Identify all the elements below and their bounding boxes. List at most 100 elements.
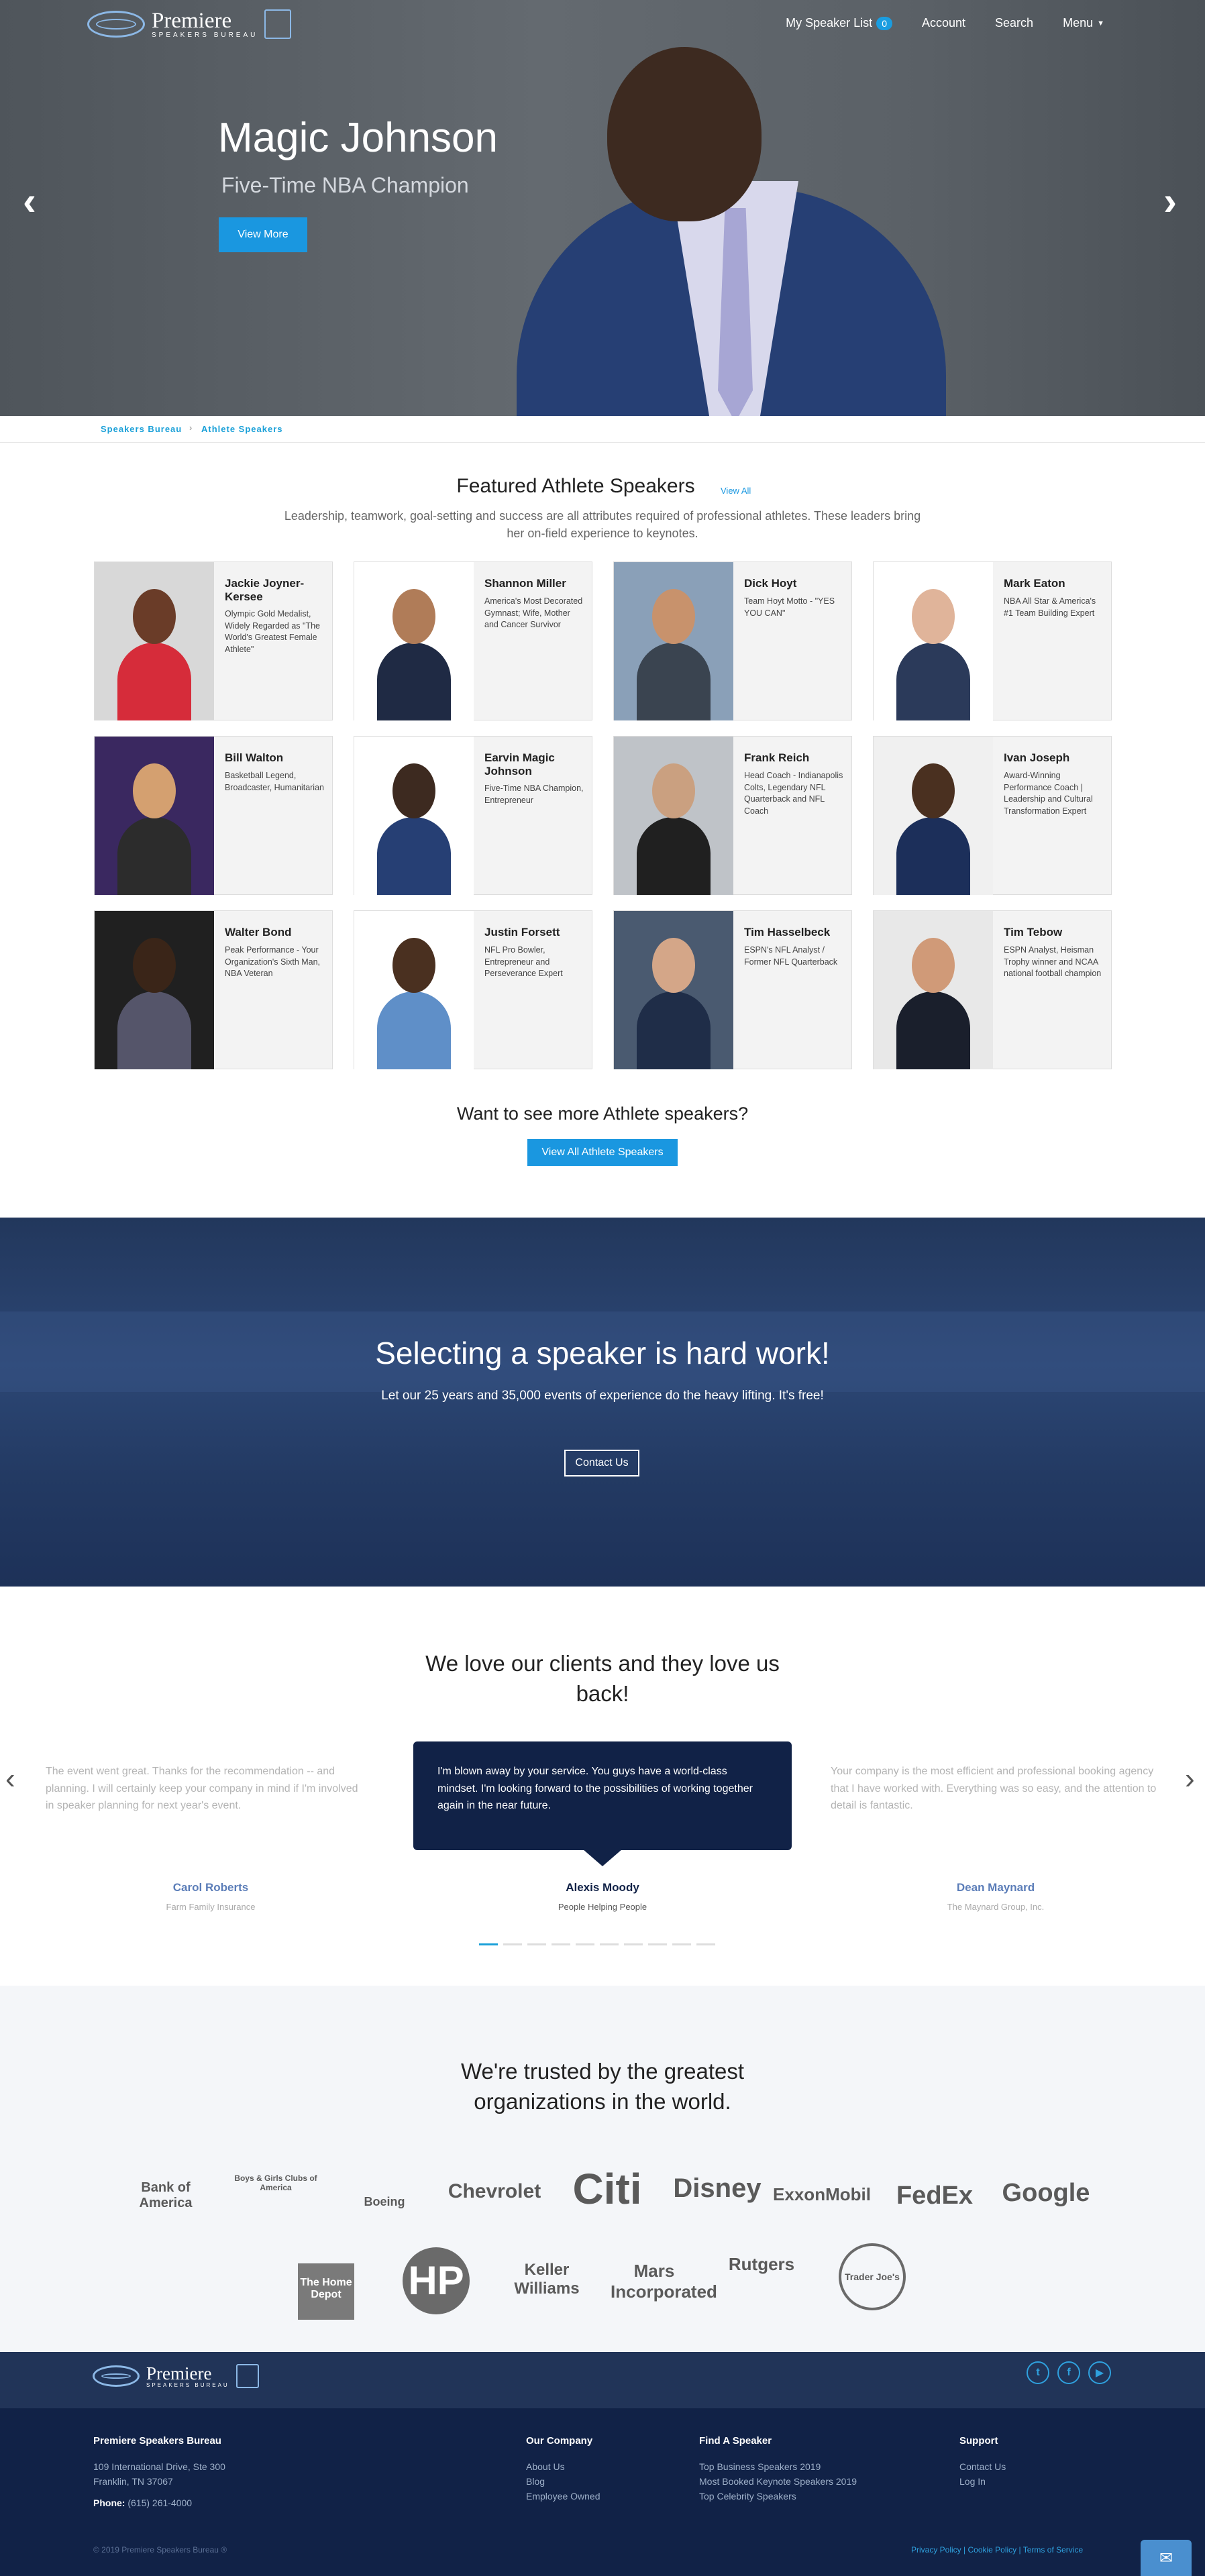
caret-down-icon: ▼ bbox=[1097, 19, 1104, 28]
chevron-right-icon[interactable]: › bbox=[1185, 1764, 1195, 1794]
carousel-dot[interactable] bbox=[503, 1943, 522, 1945]
site-logo[interactable]: Premiere SPEAKERS BUREAU bbox=[87, 8, 292, 39]
carousel-dot[interactable] bbox=[576, 1943, 594, 1945]
chevron-right-icon[interactable]: › bbox=[1163, 181, 1177, 221]
copyright: © 2019 Premiere Speakers Bureau ® bbox=[93, 2545, 227, 2555]
contact-us-button[interactable]: Contact Us bbox=[564, 1450, 639, 1477]
twitter-icon[interactable]: t bbox=[1027, 2361, 1049, 2384]
footer-link-contact[interactable]: Contact Us bbox=[959, 2459, 1006, 2474]
menu-dropdown[interactable]: Menu ▼ bbox=[1063, 16, 1104, 30]
chevron-left-icon[interactable]: ‹ bbox=[5, 1764, 15, 1794]
phone-number[interactable]: (615) 261-4000 bbox=[127, 2498, 192, 2508]
speaker-photo bbox=[95, 911, 214, 1069]
footer-link-blog[interactable]: Blog bbox=[526, 2474, 545, 2489]
footer-link-login[interactable]: Log In bbox=[959, 2474, 986, 2489]
footer-link-top-business[interactable]: Top Business Speakers 2019 bbox=[699, 2459, 821, 2474]
speaker-card[interactable]: Walter Bond Peak Performance - Your Organ… bbox=[94, 910, 333, 1069]
client-logo: Bank of America bbox=[139, 2180, 193, 2210]
footer-phone: Phone: (615) 261-4000 bbox=[93, 2496, 192, 2510]
testimonials-title: We love our clients and they love us bac… bbox=[425, 1651, 780, 1706]
carousel-dot[interactable] bbox=[527, 1943, 546, 1945]
view-all-link[interactable]: View All bbox=[721, 486, 751, 496]
testimonial-quote: Your company is the most efficient and p… bbox=[831, 1766, 1157, 1812]
carousel-dot[interactable] bbox=[479, 1943, 498, 1945]
footer-logo[interactable]: Premiere SPEAKERS BUREAU bbox=[93, 2364, 259, 2388]
hero-speaker-photo bbox=[517, 47, 946, 416]
speaker-photo bbox=[614, 562, 733, 720]
cta-title: Selecting a speaker is hard work! bbox=[375, 1336, 830, 1371]
bubble-pointer bbox=[582, 1849, 623, 1866]
speaker-card[interactable]: Dick Hoyt Team Hoyt Motto - "YES YOU CAN" bbox=[613, 561, 852, 720]
terms-link[interactable]: Terms of Service bbox=[1023, 2545, 1083, 2555]
speaker-photo bbox=[874, 737, 993, 895]
cookie-policy-link[interactable]: Cookie Policy bbox=[967, 2545, 1016, 2555]
hero-banner: Premiere SPEAKERS BUREAU My Speaker List 0… bbox=[0, 0, 1205, 416]
logo-ring-icon bbox=[87, 11, 145, 38]
search-link[interactable]: Search bbox=[995, 16, 1033, 30]
breadcrumb-current[interactable]: Athlete Speakers bbox=[201, 424, 283, 434]
facebook-icon[interactable]: f bbox=[1057, 2361, 1080, 2384]
carousel-dot[interactable] bbox=[672, 1943, 691, 1945]
footer-link-most-booked[interactable]: Most Booked Keynote Speakers 2019 bbox=[699, 2474, 857, 2489]
speaker-description: Head Coach - Indianapolis Colts, Legenda… bbox=[744, 771, 843, 816]
breadcrumb-home[interactable]: Speakers Bureau bbox=[101, 424, 182, 434]
logo-wordmark: Premiere bbox=[152, 8, 232, 33]
testimonial-company: The Maynard Group, Inc. bbox=[947, 1902, 1045, 1912]
client-logo: FedEx bbox=[896, 2182, 974, 2210]
carousel-dot[interactable] bbox=[552, 1943, 570, 1945]
my-speaker-list-label: My Speaker List bbox=[786, 16, 873, 30]
speaker-name: Dick Hoyt bbox=[744, 577, 797, 590]
privacy-policy-link[interactable]: Privacy Policy bbox=[911, 2545, 961, 2555]
client-logo: Rutgers bbox=[728, 2254, 795, 2274]
footer-link-top-celebrity[interactable]: Top Celebrity Speakers bbox=[699, 2489, 796, 2504]
testimonial-active-bubble: I'm blown away by your service. You guys… bbox=[413, 1741, 792, 1850]
view-all-athletes-button[interactable]: View All Athlete Speakers bbox=[527, 1139, 678, 1166]
speaker-card[interactable]: Bill Walton Basketball Legend, Broadcaste… bbox=[94, 736, 333, 895]
speaker-card[interactable]: Justin Forsett NFL Pro Bowler, Entreprene… bbox=[354, 910, 592, 1069]
speaker-card[interactable]: Earvin Magic Johnson Five-Time NBA Champi… bbox=[354, 736, 592, 895]
client-logo: Mars Incorporated bbox=[611, 2261, 717, 2302]
carousel-dot[interactable] bbox=[648, 1943, 667, 1945]
chevron-left-icon[interactable]: ‹ bbox=[23, 181, 36, 221]
speaker-photo bbox=[614, 911, 733, 1069]
phone-label: Phone: bbox=[93, 2498, 125, 2508]
footer: Premiere Speakers Bureau 109 Internation… bbox=[0, 2408, 1205, 2576]
footer-find-speaker-title: Find A Speaker bbox=[699, 2435, 772, 2447]
speaker-name: Bill Walton bbox=[225, 751, 284, 764]
speaker-card[interactable]: Ivan Joseph Award-Winning Performance Coa… bbox=[873, 736, 1112, 895]
speaker-photo bbox=[874, 562, 993, 720]
speaker-description: America's Most Decorated Gymnast; Wife, … bbox=[484, 596, 583, 629]
speaker-name: Ivan Joseph bbox=[1004, 751, 1070, 764]
speaker-description: Basketball Legend, Broadcaster, Humanita… bbox=[225, 771, 324, 792]
chat-mail-icon[interactable]: ✉ bbox=[1141, 2540, 1192, 2576]
speaker-name: Tim Tebow bbox=[1004, 926, 1063, 938]
speaker-description: Five-Time NBA Champion, Entrepreneur bbox=[484, 784, 584, 805]
client-logo: Keller Williams bbox=[514, 2261, 580, 2298]
legal-links: Privacy Policy | Cookie Policy | Terms o… bbox=[911, 2545, 1084, 2555]
cta-text: Let our 25 years and 35,000 events of ex… bbox=[381, 1389, 824, 1403]
speaker-card[interactable]: Jackie Joyner-Kersee Olympic Gold Medalis… bbox=[94, 561, 333, 720]
youtube-icon[interactable]: ▶ bbox=[1088, 2361, 1111, 2384]
client-logo: ExxonMobil bbox=[773, 2184, 871, 2204]
view-more-button[interactable]: View More bbox=[219, 217, 307, 252]
speaker-card[interactable]: Tim Tebow ESPN Analyst, Heisman Trophy wi… bbox=[873, 910, 1112, 1069]
client-logo: Citi bbox=[572, 2165, 642, 2213]
logo-ring-icon bbox=[93, 2365, 140, 2387]
hero-title: Magic Johnson bbox=[218, 115, 499, 161]
speaker-card[interactable]: Mark Eaton NBA All Star & America's #1 Te… bbox=[873, 561, 1112, 720]
my-speaker-list-link[interactable]: My Speaker List 0 bbox=[786, 16, 892, 30]
speaker-card[interactable]: Frank Reich Head Coach - Indianapolis Col… bbox=[613, 736, 852, 895]
account-link[interactable]: Account bbox=[922, 16, 965, 30]
speaker-card[interactable]: Tim Hasselbeck ESPN's NFL Analyst / Forme… bbox=[613, 910, 852, 1069]
logo-subtitle: SPEAKERS BUREAU bbox=[152, 31, 258, 39]
carousel-dot[interactable] bbox=[600, 1943, 619, 1945]
speaker-name: Tim Hasselbeck bbox=[744, 926, 831, 938]
speaker-card[interactable]: Shannon Miller America's Most Decorated G… bbox=[354, 561, 592, 720]
carousel-dot[interactable] bbox=[624, 1943, 643, 1945]
footer-link-about[interactable]: About Us bbox=[526, 2459, 565, 2474]
footer-link-employee-owned[interactable]: Employee Owned bbox=[526, 2489, 600, 2504]
logo-subtitle: SPEAKERS BUREAU bbox=[146, 2381, 229, 2388]
speaker-description: ESPN Analyst, Heisman Trophy winner and … bbox=[1004, 945, 1102, 978]
speaker-description: Olympic Gold Medalist, Widely Regarded a… bbox=[225, 609, 321, 654]
carousel-dot[interactable] bbox=[696, 1943, 715, 1945]
